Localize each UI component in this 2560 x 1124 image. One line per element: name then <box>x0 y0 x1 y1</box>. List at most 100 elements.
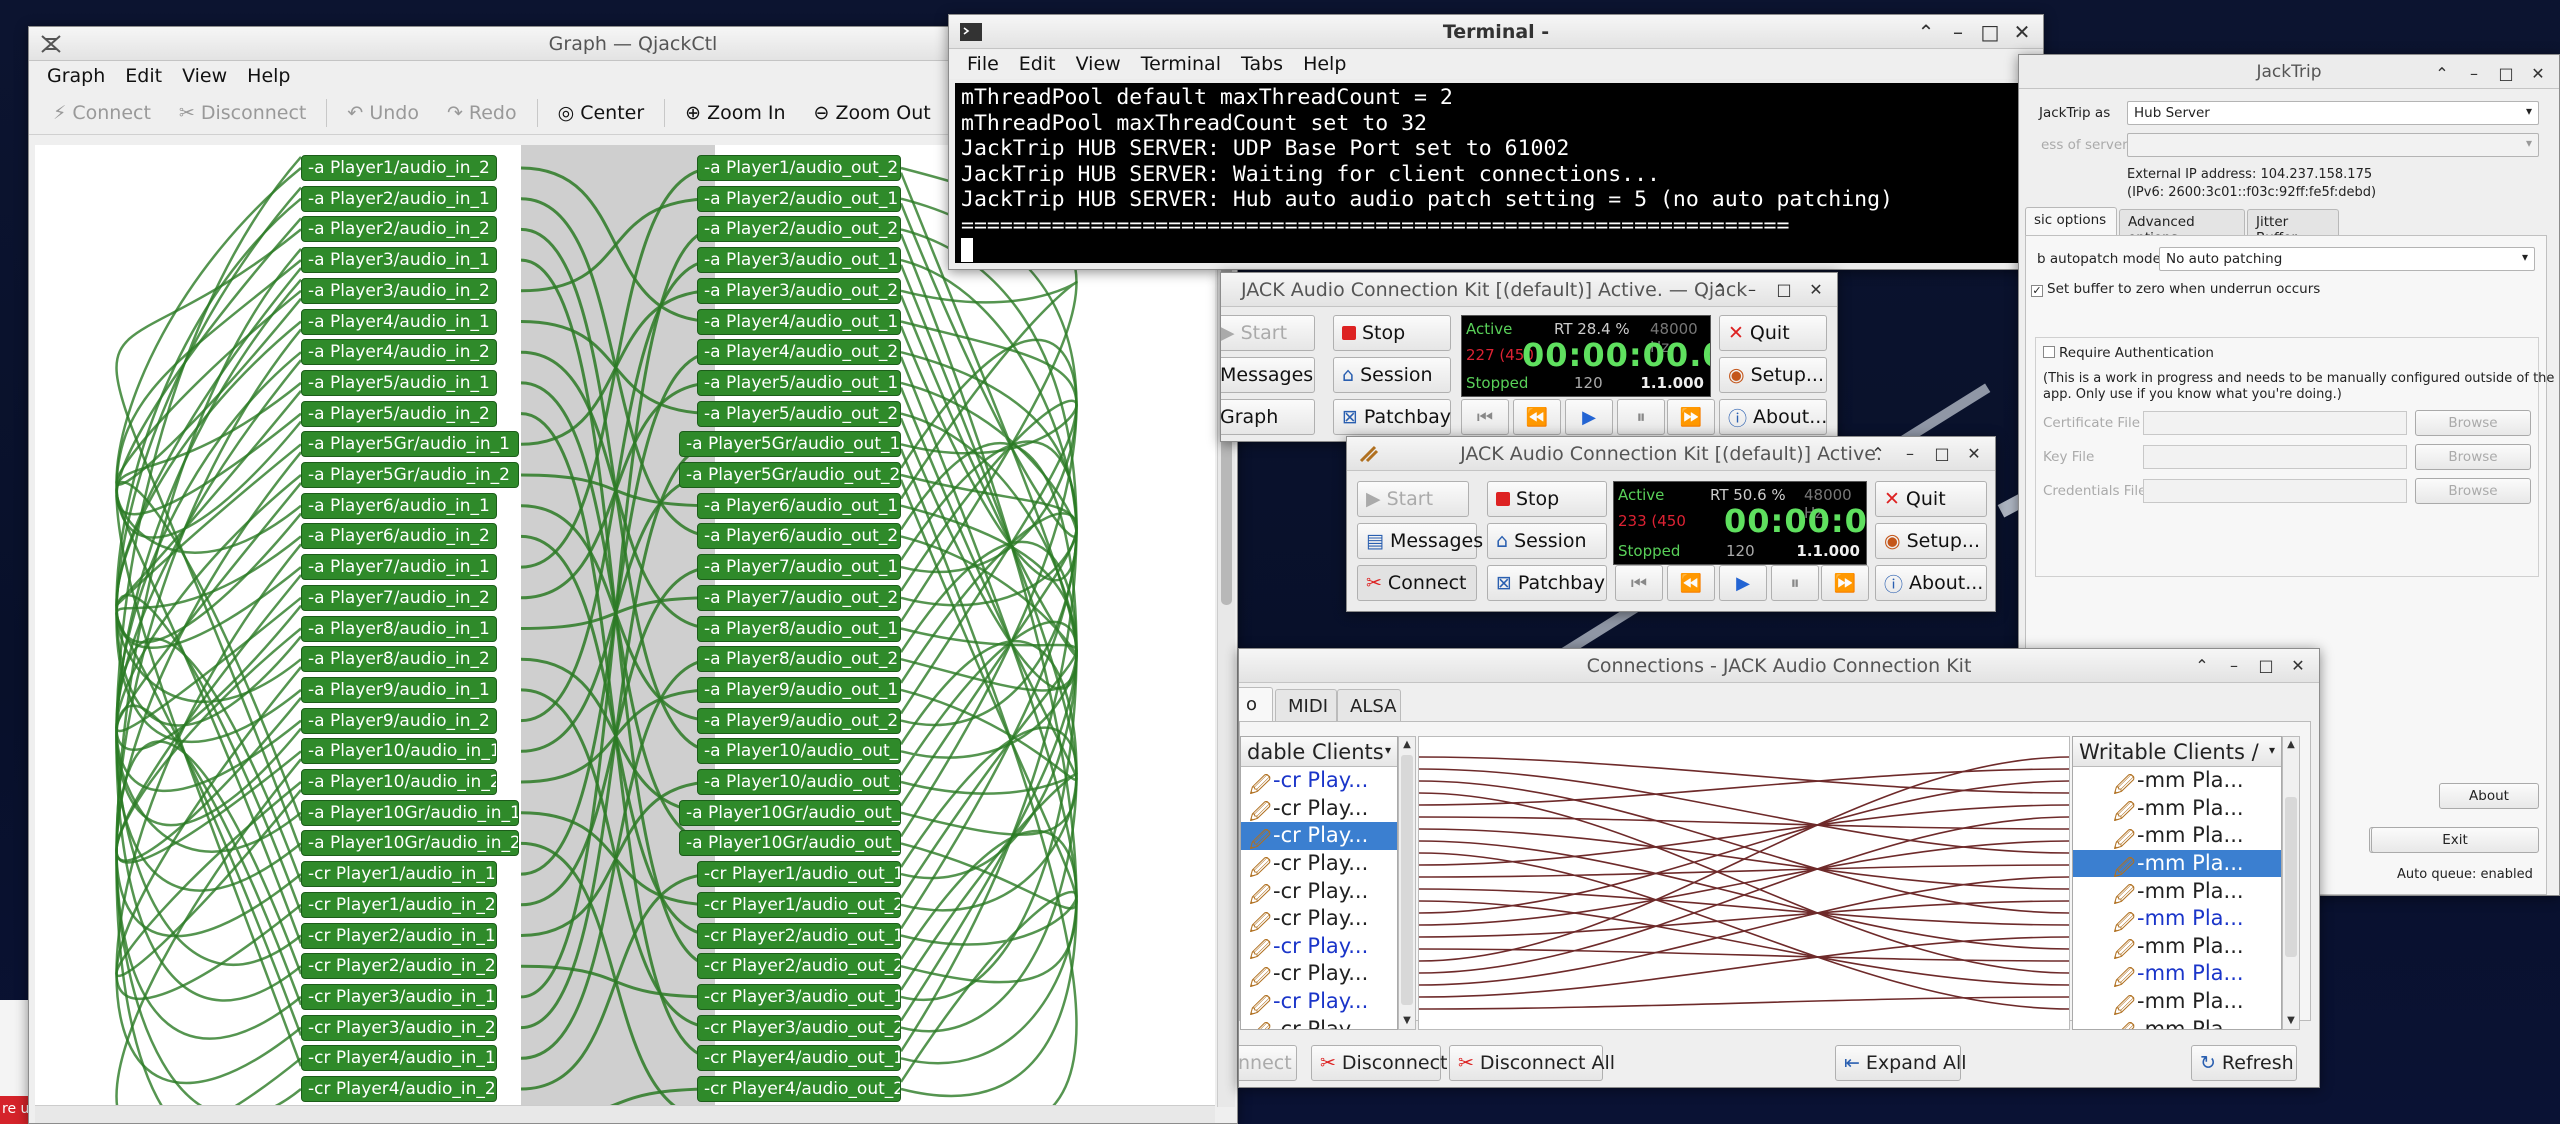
output-port-label[interactable]: -cr Player3/audio_out_1 <box>697 983 901 1010</box>
chevron-up-icon[interactable]: ⌃ <box>1867 441 1889 467</box>
checkbox-checked[interactable]: ✓ <box>2031 285 2043 297</box>
output-port-label[interactable]: -a Player8/audio_out_1 <box>697 615 901 642</box>
close-icon[interactable]: ✕ <box>2287 653 2309 679</box>
session-button[interactable]: ⌂ Session <box>1333 357 1451 393</box>
mode-select[interactable]: Hub Server ▾ <box>2127 101 2539 125</box>
output-port-label[interactable]: -a Player10/audio_out_1 <box>697 738 901 765</box>
patchbay-button[interactable]: ⊠ Patchbay <box>1487 565 1607 601</box>
input-port-label[interactable]: -a Player2/audio_in_1 <box>301 185 497 212</box>
writable-clients-header[interactable]: Writable Clients / ▾ <box>2073 737 2281 767</box>
output-port-label[interactable]: -a Player4/audio_out_1 <box>697 308 901 335</box>
start-button[interactable]: ▶ Start <box>1221 315 1315 351</box>
graph-button[interactable]: Graph <box>1221 399 1315 435</box>
menu-help[interactable]: Help <box>1295 53 1354 75</box>
close-icon[interactable]: ✕ <box>1963 441 1985 467</box>
messages-button[interactable]: ▤ Messages <box>1357 523 1483 559</box>
writable-clients-list[interactable]: Writable Clients / ▾ 🖉 -mm Pla... 🖉 -mm Pla.… <box>2072 736 2282 1030</box>
center-button[interactable]: ◎ Center <box>546 95 657 131</box>
output-port-label[interactable]: -a Player10Gr/audio_out_2 <box>679 830 901 857</box>
scrollbar-thumb[interactable] <box>2285 797 2297 957</box>
output-port-label[interactable]: -a Player10Gr/audio_out_1 <box>679 799 901 826</box>
output-port-label[interactable]: -a Player9/audio_out_2 <box>697 707 901 734</box>
input-port-label[interactable]: -cr Player3/audio_in_1 <box>301 983 497 1010</box>
forward-button[interactable]: ⏩ <box>1821 565 1869 601</box>
browse-key-button[interactable]: Browse <box>2415 444 2531 470</box>
close-icon[interactable]: ✕ <box>2011 19 2033 45</box>
input-port-label[interactable]: -a Player6/audio_in_1 <box>301 492 497 519</box>
redo-button[interactable]: ↷ Redo <box>435 95 529 131</box>
about-button[interactable]: ⓘ About... <box>1719 399 1827 435</box>
output-port-label[interactable]: -a Player1/audio_out_2 <box>697 155 901 181</box>
input-port-label[interactable]: -a Player9/audio_in_1 <box>301 676 497 703</box>
output-port-label[interactable]: -a Player3/audio_out_1 <box>697 247 901 274</box>
writable-client-row[interactable]: 🖉-mm Pla... <box>2073 988 2281 1015</box>
output-port-label[interactable]: -a Player2/audio_out_2 <box>697 216 901 243</box>
browse-certificate-button[interactable]: Browse <box>2415 410 2531 436</box>
readable-client-row[interactable]: 🖉-cr Play... <box>1241 1015 1397 1029</box>
output-port-label[interactable]: -a Player2/audio_out_1 <box>697 185 901 212</box>
writable-client-row[interactable]: 🖉-mm Pla... <box>2073 795 2281 822</box>
output-port-label[interactable]: -a Player5Gr/audio_out_2 <box>679 462 901 488</box>
input-port-label[interactable]: -cr Player2/audio_in_1 <box>301 922 497 949</box>
disconnect-all-button[interactable]: ✂ Disconnect All <box>1449 1045 1615 1081</box>
output-port-label[interactable]: -a Player3/audio_out_2 <box>697 277 901 304</box>
readable-client-row[interactable]: 🖉-cr Play... <box>1241 933 1397 960</box>
pause-button[interactable]: ⏸ <box>1771 565 1819 601</box>
writable-client-row[interactable]: 🖉-mm Pla... <box>2073 905 2281 932</box>
scrollbar-thumb[interactable] <box>1401 755 1413 1005</box>
input-port-label[interactable]: -a Player5/audio_in_2 <box>301 400 497 427</box>
output-port-label[interactable]: -cr Player4/audio_out_2 <box>697 1076 901 1102</box>
graph-canvas[interactable]: -a Player1/audio_in_2 -a Player2/audio_in… <box>35 145 1215 1107</box>
rewind-button[interactable]: ⏪ <box>1667 565 1715 601</box>
input-port-label[interactable]: -a Player5/audio_in_1 <box>301 369 497 396</box>
menu-edit[interactable]: Edit <box>117 65 170 87</box>
connection-lines-view[interactable] <box>1418 736 2070 1030</box>
readable-client-row[interactable]: 🖉-cr Play... <box>1241 822 1397 850</box>
about-button[interactable]: ⓘ About... <box>1875 565 1987 601</box>
zoom-in-button[interactable]: ⊕ Zoom In <box>673 95 797 131</box>
maximize-icon[interactable]: □ <box>1931 441 1953 467</box>
zero-buffer-option[interactable]: ✓ Set buffer to zero when underrun occurs <box>2031 281 2320 297</box>
scroll-down-icon[interactable]: ▼ <box>1399 1013 1415 1029</box>
tab-jitter-buffer[interactable]: Jitter Buffer <box>2247 209 2339 246</box>
refresh-button[interactable]: ↻ Refresh <box>2191 1045 2297 1081</box>
input-port-label[interactable]: -a Player7/audio_in_1 <box>301 554 497 581</box>
maximize-icon[interactable]: □ <box>1979 19 2001 45</box>
play-button[interactable]: ▶ <box>1719 565 1767 601</box>
input-port-label[interactable]: -a Player3/audio_in_1 <box>301 247 497 274</box>
start-button[interactable]: ▶ Start <box>1357 481 1469 517</box>
output-port-label[interactable]: -a Player7/audio_out_2 <box>697 584 901 611</box>
writable-client-row[interactable]: 🖉-mm Pla... <box>2073 767 2281 794</box>
connect-tool-button[interactable]: ⚡ Connect <box>41 95 163 131</box>
require-auth-option[interactable]: Require Authentication <box>2043 345 2214 361</box>
connect-button[interactable]: ✂ Connect <box>1357 565 1477 601</box>
tab-alsa[interactable]: ALSA <box>1337 689 1401 721</box>
readable-client-row[interactable]: 🖉-cr Play... <box>1241 850 1397 877</box>
jack2-titlebar[interactable]: JACK Audio Connection Kit [(default)] Ac… <box>1347 437 1995 471</box>
input-port-label[interactable]: -a Player10Gr/audio_in_1 <box>301 799 519 826</box>
autopatch-select[interactable]: No auto patching ▾ <box>2159 247 2535 271</box>
rewind-start-button[interactable]: ⏮ <box>1461 399 1509 435</box>
output-port-label[interactable]: -a Player5/audio_out_1 <box>697 369 901 396</box>
close-icon[interactable]: ✕ <box>2527 61 2549 87</box>
input-port-label[interactable]: -a Player8/audio_in_2 <box>301 646 497 673</box>
input-port-label[interactable]: -cr Player4/audio_in_1 <box>301 1045 497 1072</box>
readable-client-row[interactable]: 🖉-cr Play... <box>1241 767 1397 794</box>
messages-button[interactable]: Messages <box>1221 357 1315 393</box>
input-port-label[interactable]: -a Player5Gr/audio_in_1 <box>301 431 519 458</box>
chevron-up-icon[interactable]: ⌃ <box>2191 653 2213 679</box>
chevron-up-icon[interactable]: ⌃ <box>2431 61 2453 87</box>
disconnect-tool-button[interactable]: ✂ Disconnect <box>167 95 318 131</box>
terminal-titlebar[interactable]: Terminal - ⌃ – □ ✕ <box>949 15 2043 49</box>
minimize-icon[interactable]: – <box>1899 441 1921 467</box>
minimize-icon[interactable]: – <box>1741 277 1763 303</box>
input-port-label[interactable]: -cr Player3/audio_in_2 <box>301 1014 497 1041</box>
graph-horizontal-scrollbar[interactable] <box>35 1105 1215 1123</box>
scroll-down-icon[interactable]: ▼ <box>2283 1013 2299 1029</box>
input-port-label[interactable]: -cr Player2/audio_in_2 <box>301 953 497 980</box>
chevron-up-icon[interactable]: ⌃ <box>1709 277 1731 303</box>
patchbay-button[interactable]: ⊠ Patchbay <box>1333 399 1451 435</box>
maximize-icon[interactable]: □ <box>2495 61 2517 87</box>
session-button[interactable]: ⌂ Session <box>1487 523 1607 559</box>
input-port-label[interactable]: -a Player6/audio_in_2 <box>301 523 497 550</box>
